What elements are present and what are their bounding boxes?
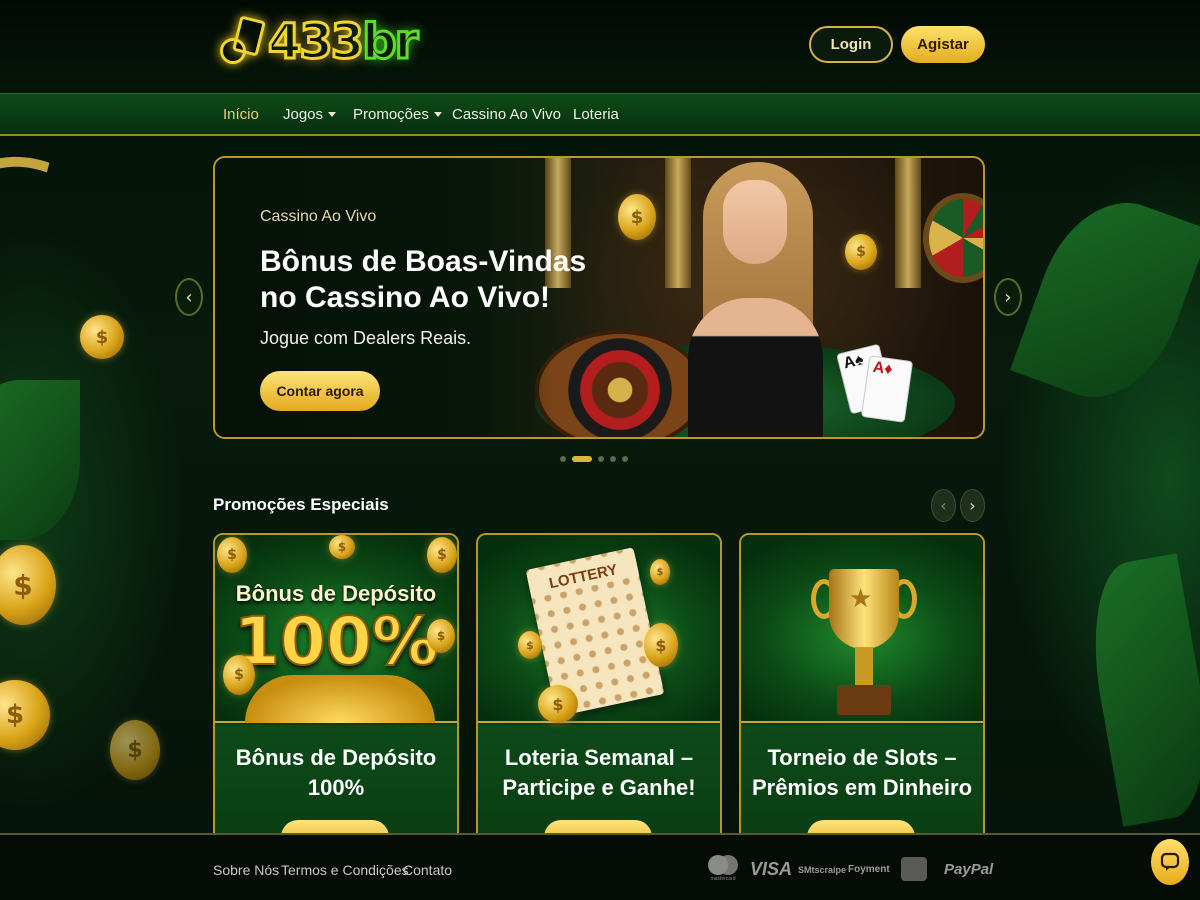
promo-card-body: Torneio de Slots – Prêmios em Dinheiro [741,725,983,841]
coin-icon [644,623,678,667]
promo-card-title: Loteria Semanal – Participe e Ganhe! [478,743,720,803]
visa-icon: VISA [750,859,793,879]
lottery-ticket-label: LOTTERY [527,555,640,599]
footer-link-terms[interactable]: Termos e Condições [281,862,409,878]
carousel-dot[interactable] [610,456,616,462]
hero-title-line: Bônus de Boas-Vindas [260,245,587,278]
promo-card-title: Torneio de Slots – Prêmios em Dinheiro [741,743,983,803]
nav-item-label: Promoções [353,106,429,123]
carousel-dot[interactable] [622,456,628,462]
promo-image: Bônus de Depósito 100% [215,535,457,723]
promo-card-title-line: Participe e Ganhe! [502,775,696,800]
carousel-dot-active[interactable] [572,456,592,462]
paypal-icon: PayPal [944,861,994,878]
mastercard-icon: mastercard [708,855,738,883]
logo-number: 433 [266,13,365,72]
coin-icon [329,535,355,559]
coin-pile-image [245,675,435,723]
nav-item-label: Início [223,106,259,123]
chevron-left-icon: ‹ [940,496,947,515]
coin-icon [518,631,542,659]
hero-title-line: no Cassino Ao Vivo! [260,281,551,314]
coin-icon [0,545,56,625]
carousel-dot[interactable] [598,456,604,462]
promo-card-body: Loteria Semanal – Participe e Ganhe! [478,725,720,841]
main-nav: Início Jogos Promoções Cassino Ao Vivo L… [0,93,1200,136]
footer-link-contact[interactable]: Contato [403,862,452,878]
promo-card-lottery[interactable]: LOTTERY Loteria Semanal – Participe e Ga… [476,533,722,843]
promo-image: LOTTERY [478,535,720,723]
coin-icon [618,194,656,240]
site-logo[interactable]: 433 br [218,10,420,74]
chevron-right-icon: › [969,496,976,515]
chat-support-button[interactable] [1151,839,1189,885]
hero-cta-button[interactable]: Contar agora [260,371,380,411]
promo-card-slots-tournament[interactable]: ★ Torneio de Slots – Prêmios em Dinheiro [739,533,985,843]
generic-card-icon [901,857,927,881]
footer-link-about[interactable]: Sobre Nós [213,862,279,878]
caret-down-icon [433,112,442,117]
nav-item-label: Loteria [573,106,619,123]
register-button[interactable]: Agistar [901,26,985,63]
trophy-stem [855,647,873,687]
carousel-dot[interactable] [560,456,566,462]
coin-icon [80,315,124,359]
coin-icon [110,720,160,780]
nav-item-cassino-ao-vivo[interactable]: Cassino Ao Vivo [452,106,561,123]
carousel-dots [560,456,628,462]
promotions-prev-button[interactable]: ‹ [931,489,956,522]
promo-card-deposit-bonus[interactable]: Bônus de Depósito 100% Bônus de Depósito… [213,533,459,843]
coin-icon [0,680,50,750]
chevron-left-icon: ‹ [185,286,193,308]
hero-banner[interactable]: A♠ A♦ Cassino Ao Vivo Bônus de Boas-Vind… [213,156,985,439]
chevron-right-icon: › [1004,286,1012,308]
logo-ball-cards-icon [218,14,266,70]
nav-item-loteria[interactable]: Loteria [573,106,619,123]
coin-icon [217,537,247,573]
caret-down-icon [328,112,337,117]
coin-icon [427,619,455,653]
login-button[interactable]: Login [809,26,893,63]
chat-bubble-icon [1160,852,1180,871]
promo-card-title-line: Torneio de Slots – [767,745,957,770]
logo-suffix: br [361,13,420,72]
promo-card-title: Bônus de Depósito 100% [215,743,457,803]
payment-icon: Foyment [848,864,890,875]
promotions-title: Promoções Especiais [213,495,389,514]
site-header: 433 br Login Agistar [0,0,1200,92]
hero-kicker: Cassino Ao Vivo [260,208,377,225]
hero-title: Bônus de Boas-Vindas no Cassino Ao Vivo! [260,244,600,316]
hero-prev-button[interactable]: ‹ [175,278,203,316]
site-footer: Sobre Nós Termos e Condições Contato mas… [0,833,1200,900]
coin-icon [223,655,255,695]
playing-card-icon: A♦ [860,355,914,423]
star-icon: ★ [849,583,873,613]
coin-icon [427,537,457,573]
coin-icon [650,559,670,585]
hero-subtitle: Jogue com Dealers Reais. [260,328,472,348]
trophy-base [837,685,891,715]
promo-card-body: Bônus de Depósito 100% [215,725,457,841]
promo-card-title-line: 100% [307,775,365,800]
promo-image: ★ [741,535,983,723]
dealer-image [678,158,828,437]
coin-icon [845,234,877,270]
gold-pillar [895,158,921,288]
nav-item-label: Jogos [283,106,324,123]
coin-icon [538,685,578,723]
promo-card-title-line: Bônus de Depósito [235,745,437,770]
nav-item-inicio[interactable]: Início [223,106,259,123]
nav-item-promocoes[interactable]: Promoções [353,106,442,123]
promotions-next-button[interactable]: › [960,489,985,522]
promo-card-title-line: Loteria Semanal – [504,745,694,770]
stripe-icon: SMtscraipe [798,865,847,875]
nav-item-jogos[interactable]: Jogos [283,106,337,123]
nav-item-label: Cassino Ao Vivo [452,106,561,123]
promo-card-title-line: Prêmios em Dinheiro [751,775,973,800]
logo-wordmark: 433 br [266,13,420,72]
hero-next-button[interactable]: › [994,278,1022,316]
wheel-of-fortune-image [923,193,983,283]
